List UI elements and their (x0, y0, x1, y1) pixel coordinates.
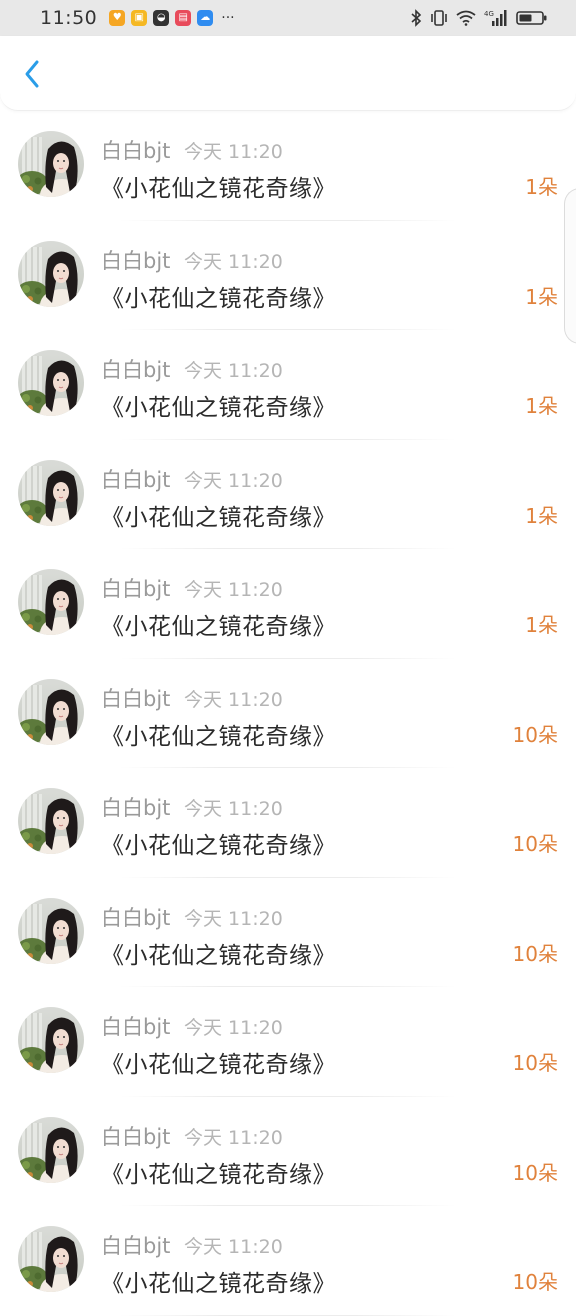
status-left: 11:50 ♥ ▣ ◒ ▤ ☁ ··· (40, 7, 235, 29)
timestamp: 今天 11:20 (184, 907, 283, 930)
timestamp: 今天 11:20 (184, 1236, 283, 1258)
gift-title: 《小花仙之镜花奇缘》 (101, 723, 336, 750)
status-time: 11:50 (40, 7, 98, 29)
avatar (18, 459, 84, 526)
status-bar: 11:50 ♥ ▣ ◒ ▤ ☁ ··· 4G (0, 0, 576, 36)
flower-count: 10朵 (512, 832, 558, 856)
cup-app-icon: ▣ (131, 10, 148, 26)
list-item[interactable]: 白白bjt 今天 11:20 《小花仙之镜花奇缘》 10朵 (0, 768, 576, 878)
back-button[interactable] (16, 58, 48, 90)
avatar (18, 569, 84, 635)
list-item[interactable]: 白白bjt 今天 11:20 《小花仙之镜花奇缘》 10朵 (0, 987, 576, 1097)
gift-title: 《小花仙之镜花奇缘》 (101, 176, 336, 202)
list-item[interactable]: 白白bjt 今天 11:20 《小花仙之镜花奇缘》 10朵 (0, 878, 576, 987)
avatar (18, 240, 84, 307)
avatar (18, 350, 84, 416)
gift-title: 《小花仙之镜花奇缘》 (101, 1161, 336, 1188)
sender-name: 白白bjt (101, 686, 171, 711)
sender-name: 白白bjt (101, 796, 171, 820)
sender-name: 白白bjt (101, 358, 171, 382)
bluetooth-icon (411, 9, 422, 27)
gift-title: 《小花仙之镜花奇缘》 (101, 504, 336, 531)
list-item[interactable]: 白白bjt 今天 11:20 《小花仙之镜花奇缘》 10朵 (0, 1206, 576, 1316)
side-drawer-handle[interactable] (564, 188, 576, 344)
gift-title: 《小花仙之镜花奇缘》 (101, 614, 336, 640)
timestamp: 今天 11:20 (184, 1126, 283, 1149)
nav-bar (0, 36, 576, 111)
sender-name: 白白bjt (101, 248, 171, 273)
gift-title: 《小花仙之镜花奇缘》 (101, 833, 336, 859)
timestamp: 今天 11:20 (184, 579, 283, 601)
avatar (18, 1116, 84, 1183)
flower-count: 1朵 (525, 284, 558, 309)
avatar (18, 1007, 84, 1073)
sender-name: 白白bjt (101, 577, 171, 601)
gift-title: 《小花仙之镜花奇缘》 (101, 1052, 336, 1078)
sender-name: 白白bjt (101, 1234, 171, 1258)
book-app-icon: ▤ (175, 10, 192, 26)
row-divider (120, 1314, 456, 1316)
avatar (18, 678, 84, 745)
flower-count: 10朵 (512, 722, 558, 747)
gift-record-list: 白白bjt 今天 11:20 《小花仙之镜花奇缘》 1朵 白白bjt 今天 11… (0, 111, 576, 1316)
flower-count: 1朵 (525, 175, 558, 199)
avatar (18, 897, 84, 964)
flower-count: 10朵 (512, 1051, 558, 1075)
list-item[interactable]: 白白bjt 今天 11:20 《小花仙之镜花奇缘》 1朵 (0, 440, 576, 549)
status-right: 4G (410, 9, 548, 27)
timestamp: 今天 11:20 (184, 250, 283, 273)
list-item[interactable]: 白白bjt 今天 11:20 《小花仙之镜花奇缘》 10朵 (0, 659, 576, 768)
list-item[interactable]: 白白bjt 今天 11:20 《小花仙之镜花奇缘》 1朵 (0, 221, 576, 330)
wifi-icon (456, 10, 476, 26)
vibrate-icon (431, 10, 447, 26)
avatar (18, 131, 84, 197)
chat-app-icon: ◒ (153, 10, 170, 26)
list-item[interactable]: 白白bjt 今天 11:20 《小花仙之镜花奇缘》 1朵 (0, 549, 576, 659)
cloud-app-icon: ☁ (197, 10, 214, 26)
sender-name: 白白bjt (101, 467, 171, 492)
gift-title: 《小花仙之镜花奇缘》 (101, 395, 336, 421)
timestamp: 今天 11:20 (184, 798, 283, 820)
sender-name: 白白bjt (101, 1015, 171, 1039)
gift-title: 《小花仙之镜花奇缘》 (101, 285, 336, 312)
timestamp: 今天 11:20 (184, 469, 283, 492)
sender-name: 白白bjt (101, 139, 171, 163)
sender-name: 白白bjt (101, 905, 171, 930)
flower-count: 10朵 (512, 1160, 558, 1185)
gift-title: 《小花仙之镜花奇缘》 (101, 1271, 336, 1297)
heart-app-icon: ♥ (109, 10, 126, 26)
timestamp: 今天 11:20 (184, 1017, 283, 1039)
list-item[interactable]: 白白bjt 今天 11:20 《小花仙之镜花奇缘》 10朵 (0, 1097, 576, 1206)
battery-icon (516, 11, 547, 25)
timestamp: 今天 11:20 (184, 688, 283, 711)
chevron-left-icon (25, 60, 39, 88)
timestamp: 今天 11:20 (184, 360, 283, 382)
avatar (18, 788, 84, 854)
sender-name: 白白bjt (101, 1124, 171, 1149)
avatar (18, 1226, 84, 1292)
flower-count: 10朵 (512, 1270, 558, 1294)
flower-count: 1朵 (525, 613, 558, 637)
more-notifications-icon: ··· (221, 10, 235, 26)
list-item[interactable]: 白白bjt 今天 11:20 《小花仙之镜花奇缘》 1朵 (0, 330, 576, 440)
signal-icon: 4G (484, 10, 507, 26)
flower-count: 1朵 (525, 394, 558, 418)
svg-text:4G: 4G (484, 10, 494, 18)
gift-title: 《小花仙之镜花奇缘》 (101, 942, 336, 969)
flower-count: 1朵 (525, 503, 558, 528)
list-item[interactable]: 白白bjt 今天 11:20 《小花仙之镜花奇缘》 1朵 (0, 111, 576, 221)
timestamp: 今天 11:20 (184, 141, 283, 163)
flower-count: 10朵 (512, 941, 558, 966)
